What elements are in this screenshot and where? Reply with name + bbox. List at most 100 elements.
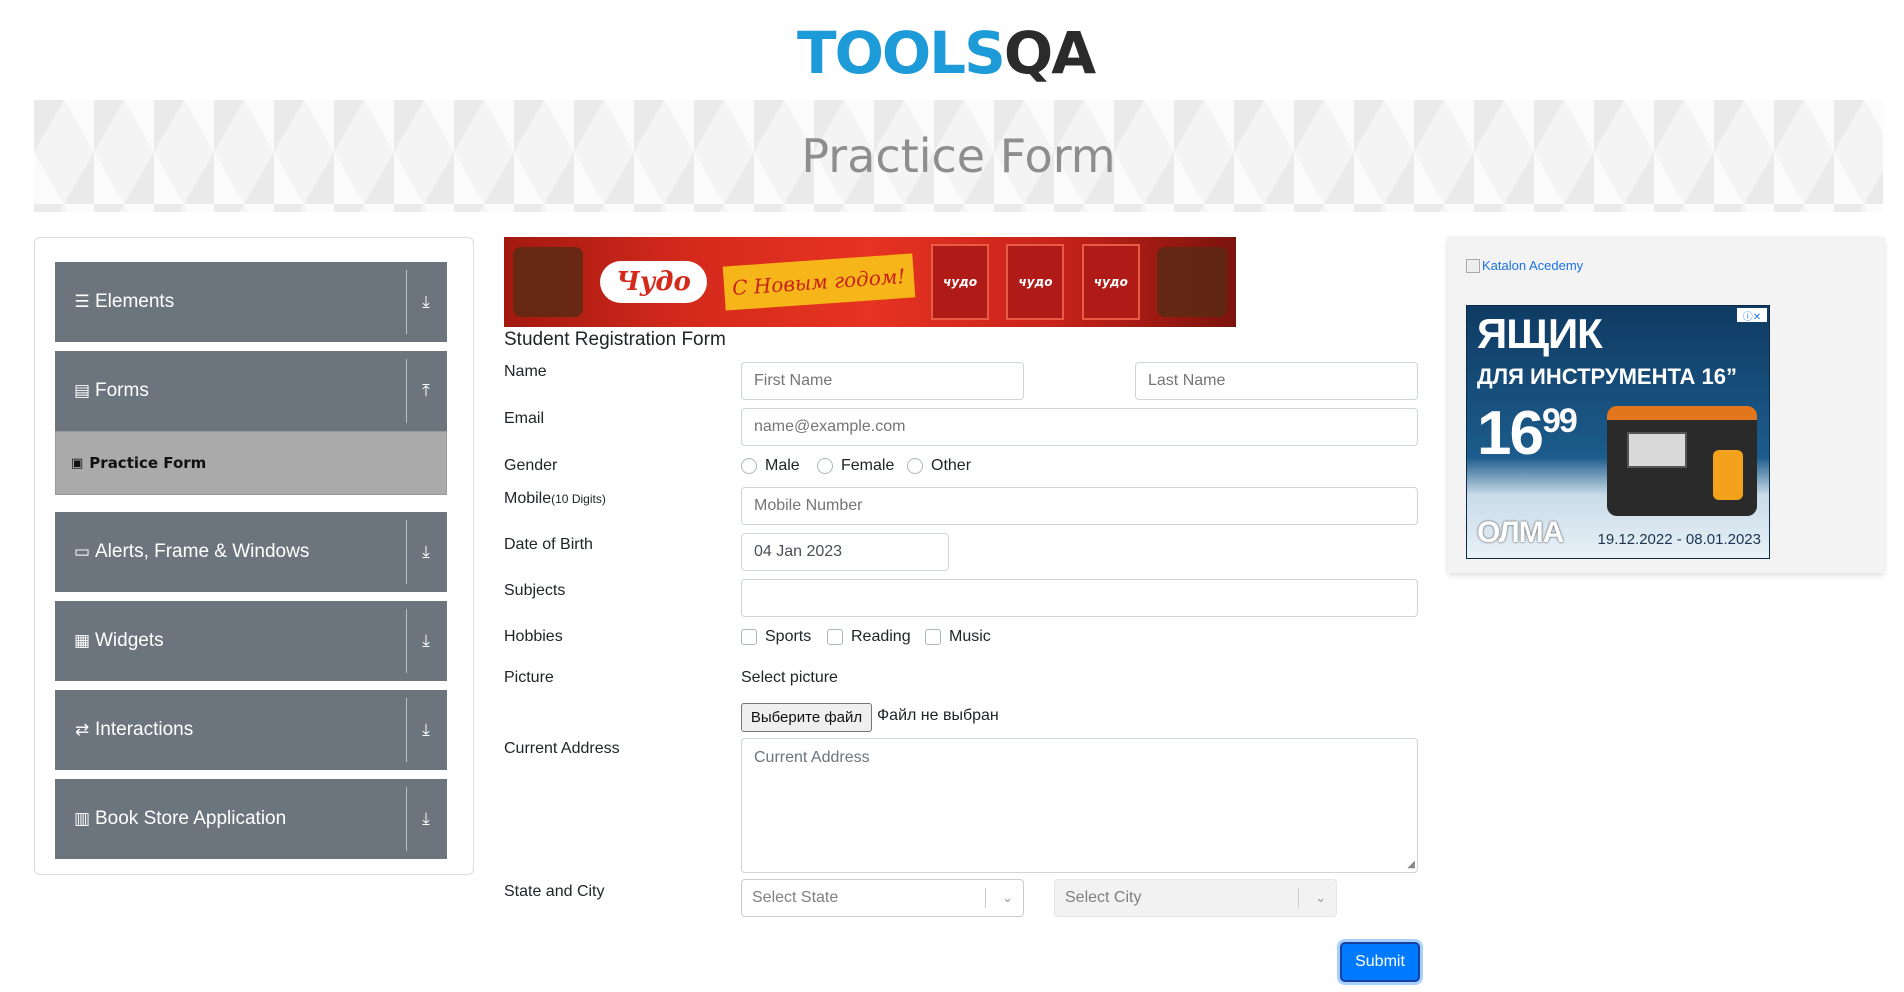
logo-text: TOOLSQA	[797, 19, 1096, 87]
sidebar-divider	[406, 609, 407, 673]
radio-circle[interactable]	[907, 458, 923, 474]
download-arrow-icon: ⤓	[422, 720, 430, 740]
resize-grip-icon[interactable]: ◢	[1407, 859, 1415, 870]
submit-button[interactable]: Submit	[1340, 942, 1420, 982]
sidebar-group-label: Book Store Application	[95, 808, 287, 829]
dob-input[interactable]: 04 Jan 2023	[741, 533, 949, 571]
checkbox-box[interactable]	[741, 629, 757, 645]
new-year-greeting: С Новым годом!	[722, 253, 915, 311]
city-placeholder: Select City	[1065, 889, 1142, 906]
broken-image-icon	[1466, 258, 1480, 273]
sidebar-group-forms[interactable]: ▤ Forms ⤒	[55, 351, 447, 431]
sidebar-group-label: Forms	[95, 380, 149, 401]
chevron-down-icon[interactable]: ⌄	[1315, 880, 1326, 916]
form-icon: ▤	[73, 381, 91, 401]
chevron-down-icon[interactable]: ⌄	[1002, 880, 1013, 916]
right-ad-panel: Katalon Acedemy ⓘ✕ ЯЩИК ДЛЯ ИНСТРУМЕНТА …	[1448, 237, 1884, 573]
ad-subheadline: ДЛЯ ИНСТРУМЕНТА 16”	[1477, 364, 1737, 389]
sidebar-group-interactions[interactable]: ⇄ Interactions ⤓	[55, 690, 447, 770]
interactions-icon: ⇄	[74, 720, 90, 740]
address-label: Current Address	[504, 740, 620, 757]
page: TOOLSQA Practice Form ☰ Elements ⤓ ▤ For…	[0, 0, 1904, 992]
logo-qa-text: QA	[1003, 19, 1096, 87]
widgets-icon: ▦	[73, 631, 91, 651]
download-arrow-icon: ⤓	[422, 809, 430, 829]
sidebar-divider	[406, 698, 407, 762]
checkbox-label: Music	[949, 628, 991, 645]
katalon-ad-link[interactable]: Katalon Acedemy	[1466, 258, 1583, 273]
mobile-hint: (10 Digits)	[551, 492, 606, 506]
sidebar-divider	[406, 359, 407, 423]
books-icon: ▥	[73, 809, 91, 829]
address-placeholder: Current Address	[754, 749, 870, 766]
checkbox-label: Reading	[851, 628, 911, 645]
email-input[interactable]	[741, 408, 1418, 446]
subjects-label: Subjects	[504, 582, 566, 599]
toolsqa-logo[interactable]: TOOLSQA	[797, 14, 1123, 92]
gender-male-radio[interactable]: Male	[741, 457, 800, 475]
sidebar-group-label: Elements	[95, 291, 175, 312]
sidebar-group-book-store[interactable]: ▥ Book Store Application ⤓	[55, 779, 447, 859]
logo-tools-text: TOOLS	[797, 19, 1006, 87]
gender-label: Gender	[504, 457, 558, 474]
mobile-field[interactable]	[754, 497, 1405, 515]
email-label: Email	[504, 410, 545, 427]
hobby-music-checkbox[interactable]: Music	[925, 628, 991, 646]
sidebar-divider	[406, 270, 407, 334]
price-main: 16	[1477, 399, 1544, 468]
toolbox-lock	[1713, 450, 1743, 500]
radio-label: Other	[931, 457, 972, 474]
adchoices-icon[interactable]: ⓘ✕	[1737, 308, 1767, 323]
olma-ad-banner[interactable]: ⓘ✕ ЯЩИК ДЛЯ ИНСТРУМЕНТА 16” 1699 ОЛМА 19…	[1466, 305, 1770, 559]
form-item-icon: ▣	[71, 455, 84, 471]
hobbies-label: Hobbies	[504, 628, 563, 645]
city-select[interactable]: Select City ⌄	[1054, 879, 1337, 917]
sidebar-item-practice-form[interactable]: ▣ Practice Form	[55, 431, 447, 495]
sidebar-group-elements[interactable]: ☰ Elements ⤓	[55, 262, 447, 342]
sidebar-group-alerts[interactable]: ▭ Alerts, Frame & Windows ⤓	[55, 512, 447, 592]
gender-other-radio[interactable]: Other	[907, 457, 971, 475]
chudo-logo: Чудо	[600, 261, 707, 303]
first-name-field[interactable]	[754, 372, 1011, 390]
chudo-ad-banner[interactable]: Чудо С Новым годом! чудо чудо чудо	[504, 237, 1236, 327]
product-pack: чудо	[1006, 244, 1065, 320]
download-arrow-icon: ⤓	[422, 631, 430, 651]
product-pack: чудо	[1081, 244, 1140, 320]
toolbox-image	[1607, 406, 1757, 516]
last-name-field[interactable]	[1148, 372, 1405, 390]
state-placeholder: Select State	[752, 889, 839, 906]
download-arrow-icon: ⤓	[422, 542, 430, 562]
sidebar-group-widgets[interactable]: ▦ Widgets ⤓	[55, 601, 447, 681]
radio-circle[interactable]	[817, 458, 833, 474]
first-name-input[interactable]	[741, 362, 1024, 400]
last-name-input[interactable]	[1135, 362, 1418, 400]
subjects-input[interactable]	[741, 579, 1418, 617]
radio-circle[interactable]	[741, 458, 757, 474]
sidebar-divider	[406, 520, 407, 584]
mobile-label: Mobile(10 Digits)	[504, 490, 606, 508]
current-address-textarea[interactable]: Current Address ◢	[741, 738, 1418, 873]
ad-dates: 19.12.2022 - 08.01.2023	[1597, 531, 1761, 548]
mobile-input[interactable]	[741, 487, 1418, 525]
sidebar-divider	[406, 787, 407, 851]
checkbox-box[interactable]	[827, 629, 843, 645]
choose-file-button[interactable]: Выберите файл	[741, 703, 872, 732]
sidebar-group-label: Interactions	[95, 719, 194, 740]
select-picture-caption: Select picture	[741, 669, 838, 686]
download-arrow-icon: ⤓	[422, 292, 430, 312]
chocolate-image	[512, 247, 583, 317]
hobby-reading-checkbox[interactable]: Reading	[827, 628, 911, 646]
gender-female-radio[interactable]: Female	[817, 457, 894, 475]
file-status-text: Файл не выбран	[877, 707, 999, 724]
checkbox-box[interactable]	[925, 629, 941, 645]
email-field[interactable]	[754, 418, 1405, 436]
olma-brand: ОЛМА	[1477, 516, 1564, 549]
upload-arrow-icon: ⤒	[422, 381, 430, 401]
state-select[interactable]: Select State ⌄	[741, 879, 1024, 917]
price-cents: 99	[1541, 402, 1578, 440]
sidebar-item-label: Practice Form	[89, 454, 207, 472]
hobby-sports-checkbox[interactable]: Sports	[741, 628, 811, 646]
ad-price: 1699	[1477, 398, 1578, 469]
page-title: Practice Form	[801, 129, 1116, 183]
picture-label: Picture	[504, 669, 554, 686]
